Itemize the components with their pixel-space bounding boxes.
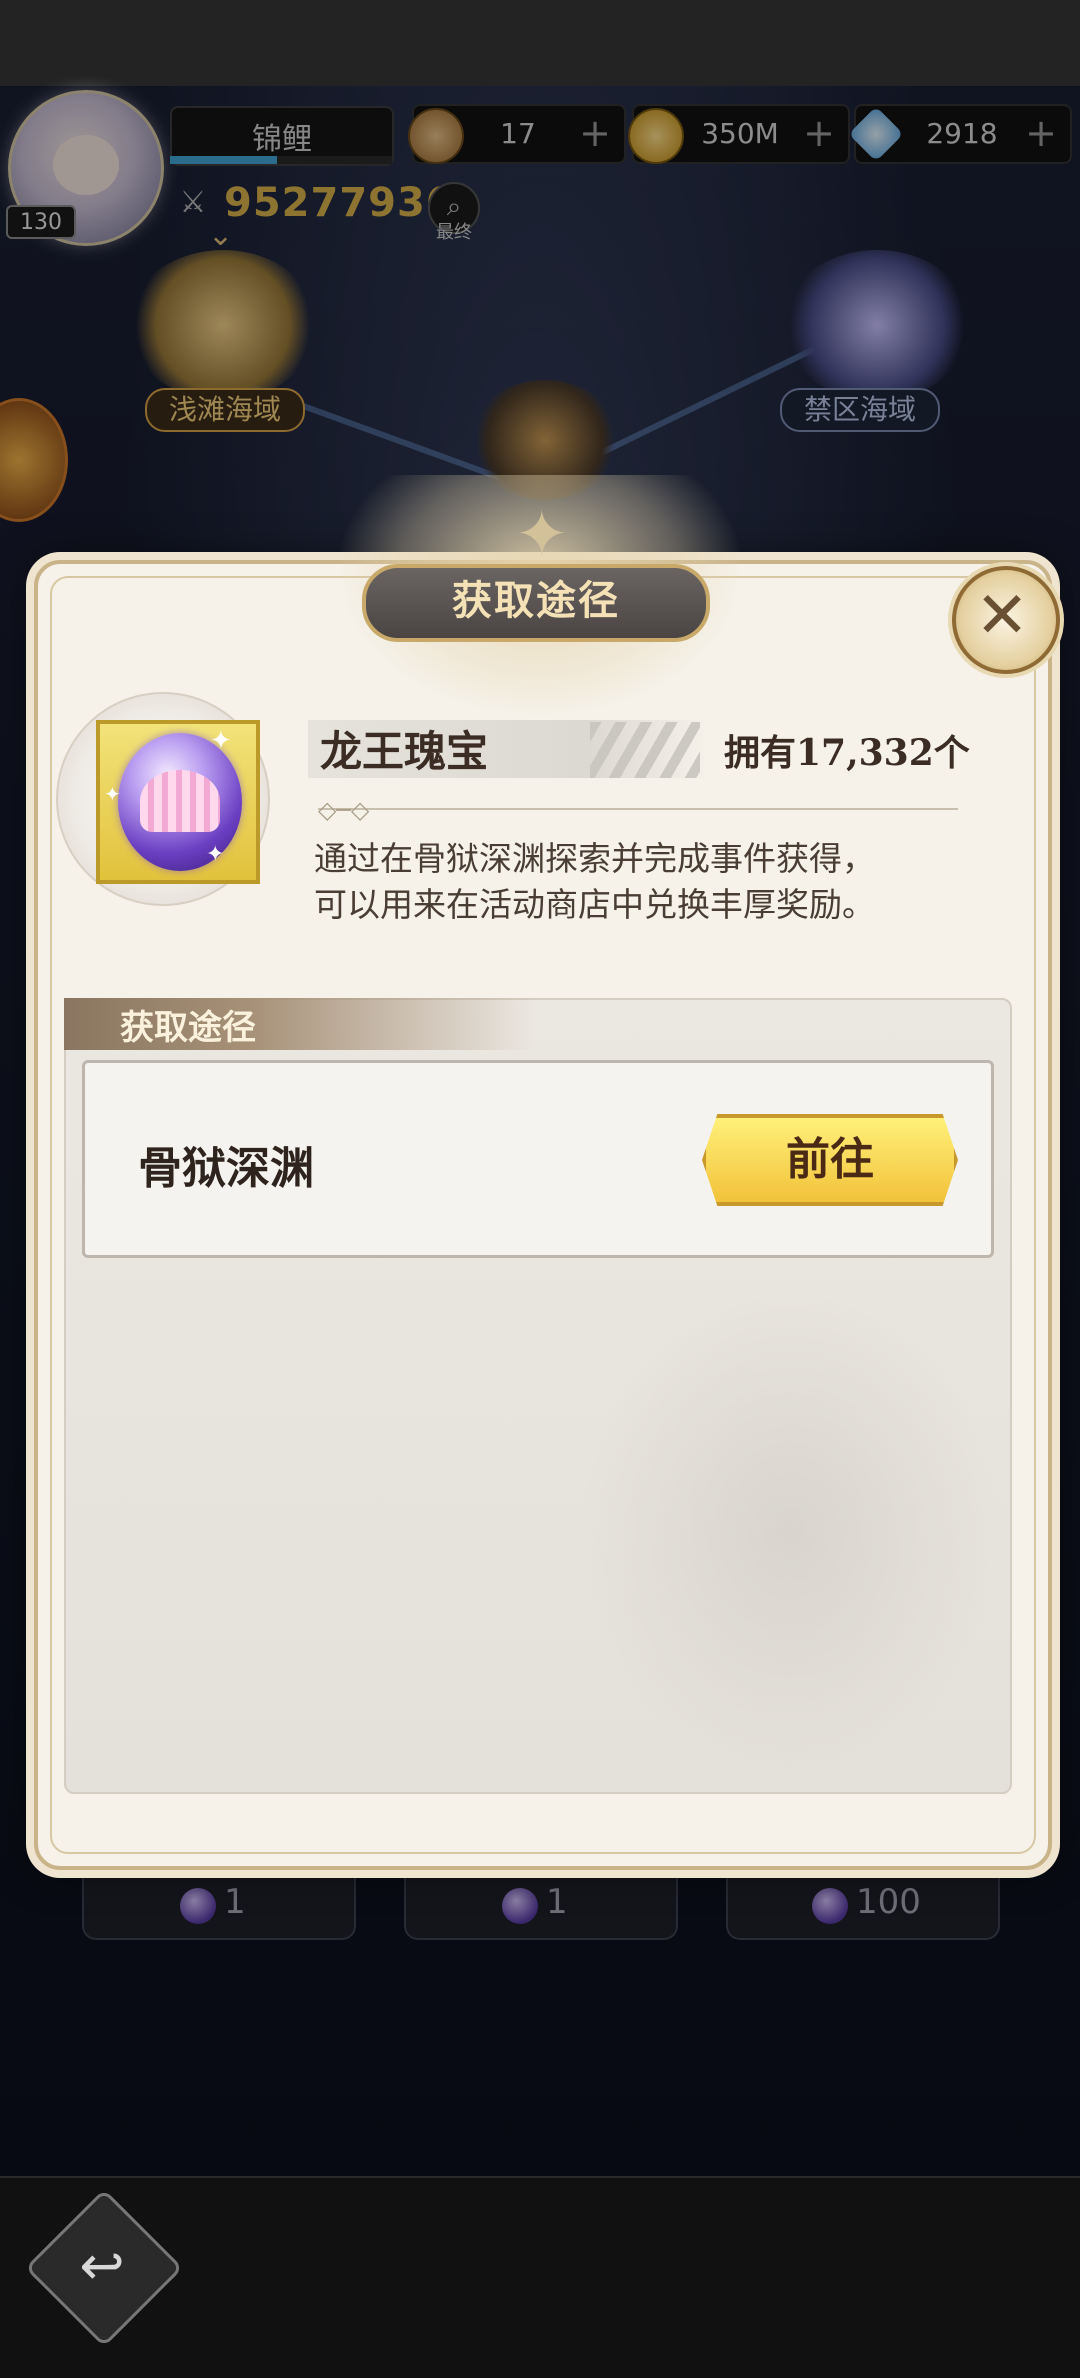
section-header: 获取途径 (120, 1008, 256, 1048)
divider-ornament: ◇─◇ (318, 796, 370, 824)
name-bar-stripes (590, 722, 700, 778)
back-arrow-icon: ↩ (79, 2234, 125, 2297)
sparkle-icon: ✦ (210, 726, 232, 756)
close-icon[interactable]: ✕ (952, 566, 1052, 666)
item-description-line: 可以用来在活动商店中兑换丰厚奖励。 (314, 885, 875, 924)
sparkle-icon: ✦ (206, 842, 225, 867)
item-description-line: 通过在骨狱深渊探索并完成事件获得， (314, 839, 875, 878)
item-name: 龙王瑰宝 (320, 727, 489, 776)
modal-title: 获取途径 (362, 564, 710, 642)
status-strip (0, 0, 1080, 86)
route-name: 骨狱深渊 (138, 1143, 314, 1194)
divider (318, 808, 958, 810)
item-owned-count: 拥有17,332个 (724, 732, 970, 774)
shell-icon (140, 770, 220, 832)
character-watermark (580, 1280, 1000, 1780)
item-description: 通过在骨狱深渊探索并完成事件获得， 可以用来在活动商店中兑换丰厚奖励。 (314, 836, 974, 928)
go-button-label[interactable]: 前往 (702, 1114, 958, 1206)
sparkle-icon: ✦ (104, 782, 121, 806)
